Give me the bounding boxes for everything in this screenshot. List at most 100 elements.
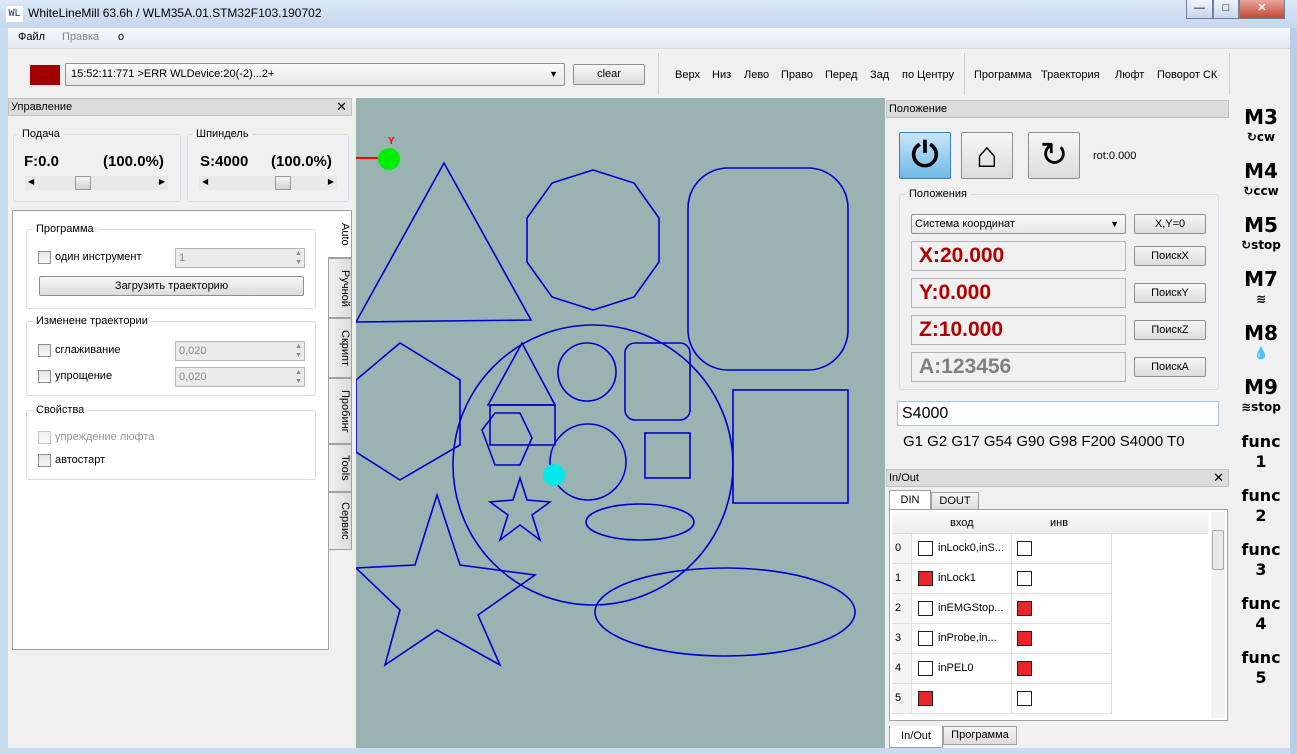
title-bar: WL WhiteLineMill 63.6h / WLM35A.01.STM32… [0, 0, 1297, 28]
coordinate-system-select[interactable]: Система координат ▼ [911, 214, 1126, 234]
m-code-button-m7[interactable]: M7 ≋ [1232, 268, 1290, 320]
tab-inout[interactable]: In/Out [889, 726, 943, 748]
decagon-path [526, 169, 660, 311]
smoothing-label: сглаживание [55, 344, 121, 356]
invert-checkbox[interactable] [1017, 571, 1032, 586]
tab-probing[interactable]: Пробинг [328, 378, 352, 444]
hexagon-path [355, 342, 461, 481]
spindle-slider-handle[interactable] [275, 176, 291, 190]
autostart-checkbox[interactable] [38, 454, 51, 467]
spindle-slider[interactable]: ◀ ▶ [199, 176, 337, 190]
view-right[interactable]: Право [781, 69, 813, 81]
tab-service[interactable]: Сервис [328, 492, 352, 550]
tab-dout[interactable]: DOUT [931, 492, 979, 510]
small-triangle-path [486, 341, 557, 406]
scrollbar-thumb[interactable] [1212, 530, 1224, 570]
invert-checkbox[interactable] [1017, 691, 1032, 706]
m-code-button-m5[interactable]: M5 ↻stop [1232, 214, 1290, 266]
close-icon[interactable]: ✕ [1213, 470, 1224, 486]
chevron-down-icon: ▼ [549, 69, 558, 79]
z-coordinate: Z:10.000 [911, 315, 1126, 345]
one-tool-checkbox[interactable] [38, 251, 51, 264]
m-code-label: M8 [1244, 321, 1278, 345]
menu-about[interactable]: о [118, 31, 124, 43]
search-z-button[interactable]: ПоискZ [1134, 320, 1206, 340]
tab-auto[interactable]: Auto [328, 210, 352, 258]
tab-din[interactable]: DIN [889, 490, 931, 510]
input-name: inPEL0 [938, 662, 974, 674]
tab-manual[interactable]: Ручной [328, 258, 352, 318]
view-back[interactable]: Зад [870, 69, 889, 81]
one-tool-label: один инструмент [55, 251, 142, 263]
m-code-button-m4[interactable]: M4 ↻ccw [1232, 160, 1290, 212]
toolbar: 15:52:11:771 >ERR WLDevice:20(-2)...2+ ▼… [8, 48, 1290, 98]
small-star-path [487, 475, 553, 543]
power-button[interactable]: ⏻ [899, 132, 951, 179]
invert-checkbox[interactable] [1017, 661, 1032, 676]
func-button-4[interactable]: func 4 [1232, 594, 1290, 644]
menu-file[interactable]: Файл [18, 31, 45, 43]
search-x-button[interactable]: ПоискX [1134, 246, 1206, 266]
show-program[interactable]: Программа [974, 69, 1032, 81]
rotate-cs[interactable]: Поворот СК [1157, 69, 1217, 81]
clear-button[interactable]: clear [573, 64, 645, 85]
xy-zero-button[interactable]: X,Y=0 [1134, 214, 1206, 234]
close-icon[interactable]: ✕ [336, 99, 347, 115]
tab-program[interactable]: Программа [943, 726, 1017, 745]
smoothing-checkbox[interactable] [38, 344, 51, 357]
search-y-button[interactable]: ПоискY [1134, 283, 1206, 303]
m-code-button-m3[interactable]: M3 ↻cw [1232, 106, 1290, 158]
trajectory-canvas[interactable]: Y [354, 98, 885, 748]
backlash-checkbox[interactable] [38, 431, 51, 444]
invert-checkbox[interactable] [1017, 631, 1032, 646]
home-button[interactable]: ⌂ [961, 132, 1013, 179]
show-backlash[interactable]: Люфт [1115, 69, 1144, 81]
invert-checkbox[interactable] [1017, 601, 1032, 616]
m-code-label: M9 [1244, 375, 1278, 399]
feed-slider-handle[interactable] [75, 176, 91, 190]
tab-script[interactable]: Скрипт [328, 318, 352, 378]
view-left[interactable]: Лево [744, 69, 769, 81]
ellipse-path [594, 567, 856, 657]
invert-checkbox[interactable] [1017, 541, 1032, 556]
minimize-button[interactable]: — [1186, 0, 1213, 19]
small-square2-path [644, 432, 691, 479]
input-state [918, 601, 933, 616]
load-trajectory-button[interactable]: Загрузить траекторию [39, 276, 304, 296]
menu-edit[interactable]: Правка [62, 31, 99, 43]
close-button[interactable]: ✕ [1239, 0, 1285, 19]
m-code-button-m9[interactable]: M9 ≋stop [1232, 376, 1290, 428]
spindle-icon: ↻ [1243, 184, 1254, 198]
spindle-label: Шпиндель [193, 128, 252, 140]
rotate-button[interactable]: ↻ [1028, 132, 1080, 179]
func-button-3[interactable]: func 3 [1232, 540, 1290, 590]
feed-slider[interactable]: ◀ ▶ [25, 176, 168, 190]
tool-number-spinbox[interactable]: 1 ▲ ▼ [175, 248, 305, 268]
func-button-1[interactable]: func 1 [1232, 432, 1290, 482]
m-code-sub: stop [1251, 400, 1281, 414]
func-button-5[interactable]: func 5 [1232, 648, 1290, 698]
feed-group: Подача F:0.0 (100.0%) ◀ ▶ [13, 128, 181, 202]
maximize-button[interactable]: □ [1213, 0, 1239, 19]
view-bottom[interactable]: Низ [712, 69, 731, 81]
smoothing-spinbox[interactable]: 0,020 ▲ ▼ [175, 341, 305, 361]
search-a-button[interactable]: ПоискA [1134, 357, 1206, 377]
command-input[interactable]: S4000 [897, 401, 1219, 426]
simplify-checkbox[interactable] [38, 370, 51, 383]
log-combobox[interactable]: 15:52:11:771 >ERR WLDevice:20(-2)...2+ ▼ [65, 63, 565, 86]
show-trajectory[interactable]: Траектория [1041, 69, 1100, 81]
view-top[interactable]: Верх [675, 69, 700, 81]
spindle-icon: ↻ [1241, 238, 1252, 252]
view-front[interactable]: Перед [825, 69, 857, 81]
rounded-rect-path [687, 167, 849, 371]
simplify-spinbox[interactable]: 0,020 ▲ ▼ [175, 367, 305, 387]
tab-tools[interactable]: Tools [328, 444, 352, 492]
mid-circle-path [549, 423, 627, 501]
trajectory-group: Изменене траектории сглаживание 0,020 ▲ ▼ … [26, 315, 316, 396]
func-button-2[interactable]: func 2 [1232, 486, 1290, 536]
m-code-button-m8[interactable]: M8 💧 [1232, 322, 1290, 374]
window-title: WhiteLineMill 63.6h / WLM35A.01.STM32F10… [28, 6, 322, 20]
scrollbar[interactable] [1211, 512, 1225, 718]
view-center[interactable]: по Центру [902, 69, 954, 81]
a-coordinate: A:123456 [911, 352, 1126, 382]
